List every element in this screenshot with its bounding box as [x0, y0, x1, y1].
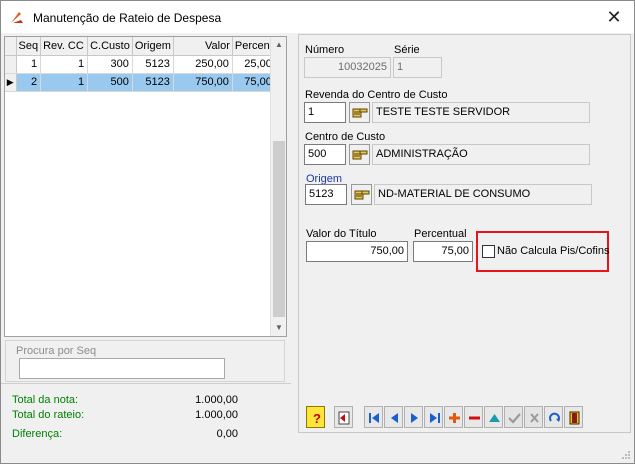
- rateio-grid[interactable]: Seq Rev. CC C.Custo Origem Valor Percent…: [4, 36, 287, 337]
- pointing-hand-icon: [352, 150, 368, 160]
- col-header-seq[interactable]: Seq: [16, 37, 42, 56]
- origem-lookup-button[interactable]: [351, 184, 372, 205]
- diferenca-value: 0,00: [216, 428, 238, 440]
- cell-valor[interactable]: 250,00: [173, 55, 233, 74]
- diferenca-row: Diferença: 0,00: [12, 428, 238, 442]
- nao-calcula-pis-cofins-label[interactable]: Não Calcula Pis/Cofins: [497, 245, 610, 257]
- pointing-hand-icon: [352, 108, 368, 118]
- svg-text:?: ?: [313, 411, 321, 426]
- nao-calcula-pis-cofins-checkbox[interactable]: [482, 245, 495, 258]
- col-header-percent[interactable]: Percent: [232, 37, 276, 56]
- edit-icon: [489, 414, 500, 422]
- origem-description: ND-MATERIAL DE CONSUMO: [374, 184, 592, 205]
- delete-icon: [469, 416, 480, 420]
- refresh-icon: [549, 412, 560, 422]
- search-label: Procura por Seq: [16, 345, 97, 357]
- cell-rev-cc[interactable]: 1: [40, 73, 89, 92]
- col-header-c-custo[interactable]: C.Custo: [87, 37, 133, 56]
- valor-titulo-field[interactable]: 750,00: [306, 241, 408, 262]
- indicator-header: [5, 37, 17, 56]
- total-rateio-value: 1.000,00: [195, 409, 238, 421]
- numero-label: Número: [305, 44, 345, 56]
- table-row[interactable]: 1 1 300 5123 250,00 25,00: [5, 55, 276, 74]
- centro-custo-lookup-button[interactable]: [349, 144, 370, 165]
- cell-origem[interactable]: 5123: [132, 55, 174, 74]
- cell-seq[interactable]: 1: [16, 55, 42, 74]
- search-group: Procura por Seq: [5, 340, 285, 382]
- centro-custo-label: Centro de Custo: [305, 131, 386, 143]
- percentual-label: Percentual: [414, 228, 467, 240]
- cancel-record-button[interactable]: [524, 406, 543, 428]
- post-icon: [508, 413, 521, 424]
- prior-icon: [391, 413, 398, 423]
- current-row-marker-icon: ▶: [5, 73, 17, 92]
- revenda-lookup-button[interactable]: [349, 102, 370, 123]
- serie-field[interactable]: 1: [393, 57, 442, 78]
- title-bar[interactable]: Manutenção de Rateio de Despesa ✕: [1, 1, 634, 33]
- insert-icon: [449, 413, 460, 423]
- diferenca-label: Diferença:: [12, 428, 63, 440]
- total-nota-label: Total da nota:: [12, 394, 79, 406]
- grid-vertical-scrollbar[interactable]: ▲ ▼: [270, 37, 286, 336]
- pointing-hand-icon: [354, 190, 370, 200]
- scroll-up-icon[interactable]: ▲: [271, 37, 287, 53]
- col-header-origem[interactable]: Origem: [132, 37, 174, 56]
- size-grip-icon[interactable]: [621, 450, 631, 460]
- cell-valor[interactable]: 750,00: [173, 73, 233, 92]
- help-icon: ?: [313, 411, 321, 426]
- revenda-description: TESTE TESTE SERVIDOR: [372, 102, 590, 123]
- percentual-field[interactable]: 75,00: [413, 241, 473, 262]
- revenda-code-field[interactable]: 1: [304, 102, 346, 123]
- close-button[interactable]: ✕: [604, 7, 624, 27]
- totals-panel: Total da nota: 1.000,00 Total do rateio:…: [1, 383, 291, 463]
- delete-record-button[interactable]: [464, 406, 483, 428]
- next-record-button[interactable]: [404, 406, 423, 428]
- rateio-table: Seq Rev. CC C.Custo Origem Valor Percent…: [5, 37, 276, 92]
- cell-rev-cc[interactable]: 1: [40, 55, 89, 74]
- report-icon: [338, 411, 350, 425]
- table-row-selected[interactable]: ▶ 2 1 500 5123 750,00 75,00: [5, 73, 276, 92]
- last-icon: [430, 413, 440, 423]
- rateio-window: Manutenção de Rateio de Despesa ✕ Seq Re…: [0, 0, 635, 464]
- centro-custo-code-field[interactable]: 500: [304, 144, 346, 165]
- edit-record-button[interactable]: [484, 406, 503, 428]
- revenda-label: Revenda do Centro de Custo: [305, 89, 448, 101]
- numero-field[interactable]: 10032025: [304, 57, 391, 78]
- scrollbar-thumb[interactable]: [273, 141, 285, 317]
- search-seq-input[interactable]: [19, 358, 225, 379]
- help-button[interactable]: ?: [306, 406, 325, 428]
- centro-custo-description: ADMINISTRAÇÃO: [372, 144, 590, 165]
- cell-percent[interactable]: 25,00: [232, 55, 276, 74]
- post-record-button[interactable]: [504, 406, 523, 428]
- cell-percent[interactable]: 75,00: [232, 73, 276, 92]
- serie-label: Série: [394, 44, 420, 56]
- cell-seq[interactable]: 2: [16, 73, 42, 92]
- col-header-valor[interactable]: Valor: [173, 37, 233, 56]
- total-nota-value: 1.000,00: [195, 394, 238, 406]
- app-logo-icon: [11, 12, 23, 23]
- first-icon: [369, 413, 379, 423]
- cell-c-custo[interactable]: 300: [87, 55, 133, 74]
- total-nota-row: Total da nota: 1.000,00: [12, 394, 238, 408]
- col-header-rev-cc[interactable]: Rev. CC: [40, 37, 89, 56]
- row-indicator: [5, 55, 17, 74]
- exit-button[interactable]: [564, 406, 583, 428]
- total-rateio-row: Total do rateio: 1.000,00: [12, 409, 238, 423]
- last-record-button[interactable]: [424, 406, 443, 428]
- insert-record-button[interactable]: [444, 406, 463, 428]
- next-icon: [411, 413, 418, 423]
- cell-c-custo[interactable]: 500: [87, 73, 133, 92]
- report-button[interactable]: [334, 406, 353, 428]
- refresh-button[interactable]: [544, 406, 563, 428]
- first-record-button[interactable]: [364, 406, 383, 428]
- scroll-down-icon[interactable]: ▼: [271, 320, 287, 336]
- cancel-icon: [530, 413, 539, 423]
- exit-icon: [569, 411, 580, 425]
- window-title: Manutenção de Rateio de Despesa: [33, 11, 222, 25]
- valor-titulo-label: Valor do Título: [306, 228, 377, 240]
- prior-record-button[interactable]: [384, 406, 403, 428]
- total-rateio-label: Total do rateio:: [12, 409, 85, 421]
- cell-origem[interactable]: 5123: [132, 73, 174, 92]
- origem-code-field[interactable]: 5123: [305, 184, 347, 205]
